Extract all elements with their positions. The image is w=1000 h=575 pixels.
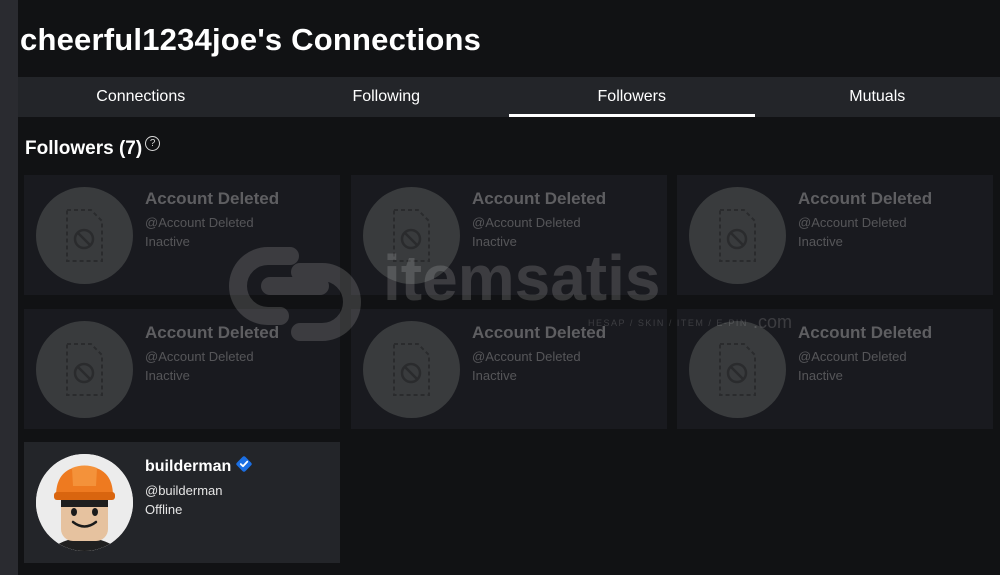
follower-name[interactable]: Account Deleted	[798, 189, 932, 209]
follower-handle: @Account Deleted	[472, 349, 581, 364]
left-edge-strip	[0, 0, 18, 575]
follower-status: Inactive	[472, 368, 517, 383]
follower-card[interactable]: Account Deleted @Account Deleted Inactiv…	[351, 175, 667, 295]
follower-name[interactable]: Account Deleted	[798, 323, 932, 343]
tab-label: Connections	[96, 88, 186, 105]
follower-card-builderman[interactable]: builderman @builderman Offline	[24, 442, 340, 563]
followers-count-heading: Followers (7)	[25, 138, 143, 159]
deleted-avatar-icon	[36, 321, 133, 418]
page-title: cheerful1234joe's Connections	[20, 22, 482, 57]
follower-name[interactable]: Account Deleted	[472, 323, 606, 343]
verified-badge-icon	[236, 456, 252, 477]
section-heading: Followers (7) ?	[25, 136, 161, 160]
follower-handle: @Account Deleted	[145, 215, 254, 230]
tab-label: Following	[352, 88, 421, 105]
follower-handle: @Account Deleted	[472, 215, 581, 230]
follower-name[interactable]: Account Deleted	[472, 189, 606, 209]
deleted-avatar-icon	[36, 187, 133, 284]
follower-card[interactable]: Account Deleted @Account Deleted Inactiv…	[351, 309, 667, 429]
tab-label: Followers	[597, 88, 666, 105]
follower-status: Inactive	[798, 368, 843, 383]
follower-status: Inactive	[145, 368, 190, 383]
tab-followers[interactable]: Followers	[509, 77, 755, 117]
follower-card[interactable]: Account Deleted @Account Deleted Inactiv…	[24, 175, 340, 295]
follower-handle: @builderman	[145, 483, 223, 498]
follower-handle: @Account Deleted	[145, 349, 254, 364]
follower-status: Offline	[145, 502, 183, 517]
follower-name[interactable]: builderman	[145, 458, 231, 476]
tab-connections[interactable]: Connections	[18, 77, 264, 117]
follower-status: Inactive	[145, 234, 190, 249]
connections-tabs: Connections Following Followers Mutuals	[18, 77, 1000, 117]
follower-handle: @Account Deleted	[798, 349, 907, 364]
follower-handle: @Account Deleted	[798, 215, 907, 230]
tab-label: Mutuals	[849, 88, 906, 105]
connections-page: cheerful1234joe's Connections Connection…	[18, 0, 1000, 575]
follower-name[interactable]: Account Deleted	[145, 323, 279, 343]
tab-mutuals[interactable]: Mutuals	[755, 77, 1000, 117]
follower-card[interactable]: Account Deleted @Account Deleted Inactiv…	[677, 309, 993, 429]
builderman-avatar[interactable]	[36, 454, 133, 551]
follower-status: Inactive	[472, 234, 517, 249]
follower-card[interactable]: Account Deleted @Account Deleted Inactiv…	[677, 175, 993, 295]
follower-card[interactable]: Account Deleted @Account Deleted Inactiv…	[24, 309, 340, 429]
deleted-avatar-icon	[689, 187, 786, 284]
deleted-avatar-icon	[363, 321, 460, 418]
follower-status: Inactive	[798, 234, 843, 249]
deleted-avatar-icon	[689, 321, 786, 418]
help-icon[interactable]: ?	[145, 136, 161, 151]
deleted-avatar-icon	[363, 187, 460, 284]
follower-name[interactable]: Account Deleted	[145, 189, 279, 209]
tab-following[interactable]: Following	[264, 77, 510, 117]
